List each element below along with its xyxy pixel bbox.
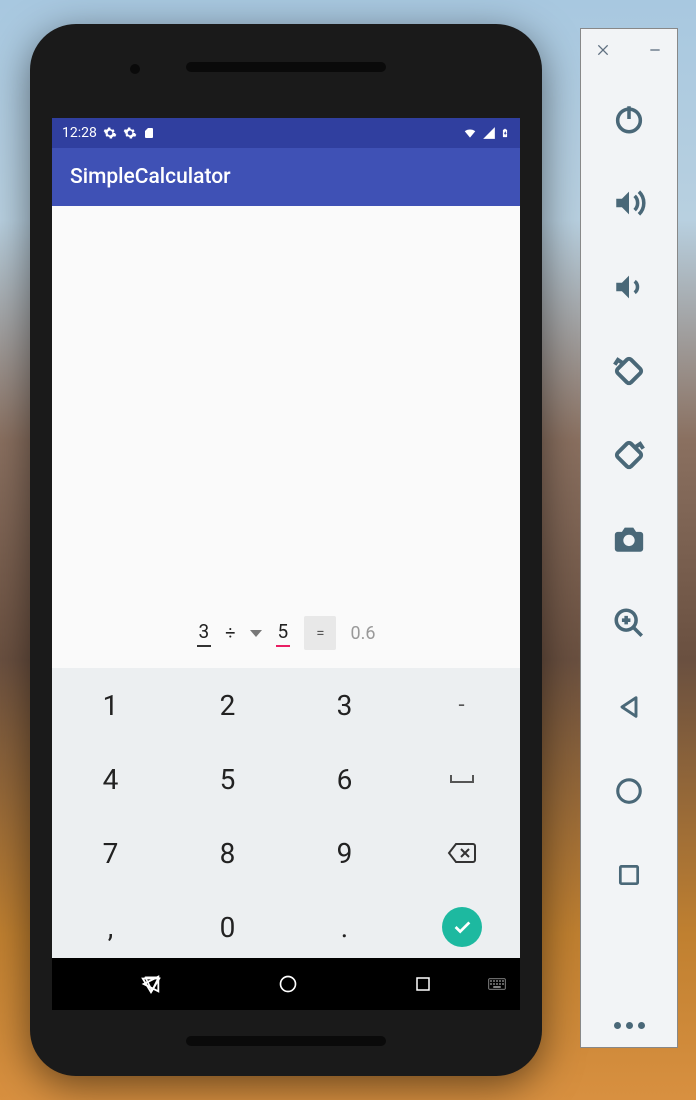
battery-icon [500, 125, 510, 141]
sd-card-icon [143, 126, 155, 140]
key-3[interactable]: 3 [286, 682, 403, 728]
close-icon[interactable] [595, 39, 611, 63]
operator-dropdown[interactable] [250, 630, 262, 637]
emulator-back-button[interactable] [605, 683, 653, 731]
key-5[interactable]: 5 [169, 756, 286, 802]
soft-keyboard: 1 2 3 - 4 5 6 7 8 9 , 0 . [52, 668, 520, 958]
rotate-left-button[interactable] [605, 347, 653, 395]
app-content: 3 ÷ 5 = 0.6 [52, 206, 520, 668]
key-0[interactable]: 0 [169, 904, 286, 950]
app-bar: SimpleCalculator [52, 148, 520, 206]
gear-icon [103, 126, 117, 140]
emulator-home-button[interactable] [605, 767, 653, 815]
phone-frame: 12:28 [30, 24, 542, 1076]
result-value: 0.6 [350, 623, 375, 644]
operand-1-input[interactable]: 3 [197, 620, 212, 647]
minimize-icon[interactable] [647, 39, 663, 63]
key-4[interactable]: 4 [52, 756, 169, 802]
power-button[interactable] [605, 95, 653, 143]
signal-icon [482, 126, 496, 140]
app-title: SimpleCalculator [70, 165, 231, 189]
key-2[interactable]: 2 [169, 682, 286, 728]
operand-2-input[interactable]: 5 [276, 620, 291, 647]
status-time: 12:28 [62, 125, 97, 141]
nav-back-button[interactable] [140, 973, 162, 995]
emulator-overview-button[interactable] [605, 851, 653, 899]
rotate-right-button[interactable] [605, 431, 653, 479]
key-8[interactable]: 8 [169, 830, 286, 876]
status-right [462, 125, 510, 141]
key-7[interactable]: 7 [52, 830, 169, 876]
volume-down-button[interactable] [605, 263, 653, 311]
nav-keyboard-toggle[interactable] [488, 977, 506, 991]
screenshot-button[interactable] [605, 515, 653, 563]
gear-icon [123, 126, 137, 140]
phone-speaker-top [186, 62, 386, 72]
status-bar: 12:28 [52, 118, 520, 148]
calculator-row: 3 ÷ 5 = 0.6 [52, 616, 520, 650]
volume-up-button[interactable] [605, 179, 653, 227]
phone-speaker-bottom [186, 1036, 386, 1046]
key-space[interactable] [403, 756, 520, 802]
key-backspace[interactable] [403, 830, 520, 876]
phone-screen: 12:28 [52, 118, 520, 1010]
android-nav-bar [52, 958, 520, 1010]
key-period[interactable]: . [286, 904, 403, 950]
key-done[interactable] [403, 904, 520, 950]
equals-button[interactable]: = [304, 616, 336, 650]
phone-camera [130, 64, 140, 74]
key-1[interactable]: 1 [52, 682, 169, 728]
more-options-button[interactable] [614, 1022, 645, 1037]
done-icon [442, 907, 482, 947]
emulator-toolbar [580, 28, 678, 1048]
status-left: 12:28 [62, 125, 155, 141]
operator-label: ÷ [225, 623, 235, 644]
zoom-button[interactable] [605, 599, 653, 647]
nav-overview-button[interactable] [414, 975, 432, 993]
key-9[interactable]: 9 [286, 830, 403, 876]
nav-home-button[interactable] [278, 974, 298, 994]
key-6[interactable]: 6 [286, 756, 403, 802]
wifi-icon [462, 126, 478, 140]
key-minus[interactable]: - [403, 682, 520, 728]
key-comma[interactable]: , [52, 904, 169, 950]
